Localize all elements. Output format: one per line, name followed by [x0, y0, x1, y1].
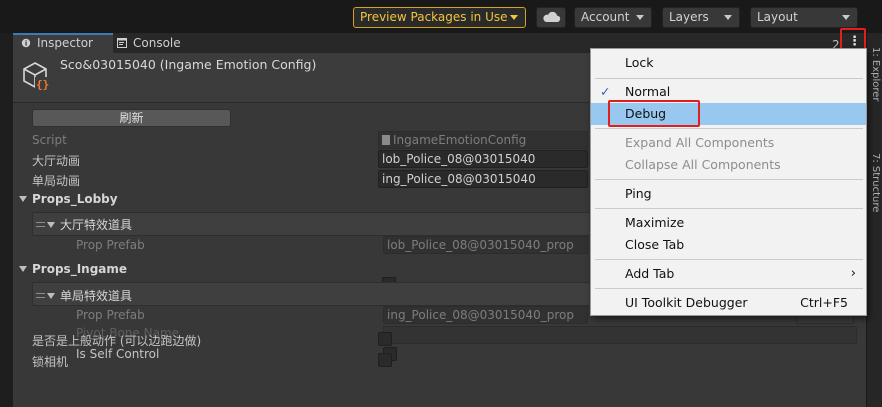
props-lobby-foldout[interactable]: Props_Lobby — [19, 192, 118, 206]
menu-item-expand-all: Expand All Components — [591, 132, 866, 154]
menu-separator — [595, 259, 863, 260]
cloud-icon — [543, 11, 561, 22]
tab-console[interactable]: Console — [115, 33, 205, 53]
foldout-arrow-icon — [19, 266, 27, 272]
foldout-arrow-icon — [47, 222, 55, 228]
menu-item-label: Close Tab — [625, 237, 685, 252]
ingame-prop-prefab-field: ing_Police_08@03015040_prop — [383, 306, 588, 324]
lock-camera-checkbox[interactable] — [378, 353, 392, 367]
cloud-button[interactable] — [536, 7, 566, 28]
script-field: IngameEmotionConfig — [378, 131, 588, 149]
layers-label: Layers — [669, 10, 709, 24]
layout-dropdown[interactable]: Layout — [750, 7, 858, 28]
lobby-anim-field[interactable]: lob_Police_08@03015040 — [378, 150, 588, 168]
menu-separator — [595, 128, 863, 129]
debug-highlight-box — [608, 100, 700, 127]
ingame-anim-label: 单局动画 — [32, 174, 81, 188]
chevron-right-icon: › — [850, 266, 856, 281]
drag-handle-icon — [36, 222, 45, 227]
script-file-icon — [382, 135, 390, 145]
tab-inspector-label: Inspector — [37, 36, 93, 50]
lobby-prop-prefab-label: Prop Prefab — [76, 238, 145, 252]
scriptable-object-icon: {} — [23, 62, 50, 91]
account-dropdown[interactable]: Account — [574, 7, 652, 28]
object-title: Sco&03015040 (Ingame Emotion Config) — [60, 57, 317, 72]
lobby-item-foldout[interactable]: 大厅特效道具 — [36, 216, 132, 233]
ingame-item-label: 单局特效道具 — [60, 289, 133, 303]
lobby-prop-prefab-field: lob_Police_08@03015040_prop — [383, 236, 588, 254]
tab-console-label: Console — [133, 36, 181, 50]
foldout-arrow-icon — [19, 196, 27, 202]
menu-item-add-tab[interactable]: Add Tab › — [591, 263, 866, 285]
script-label: Script — [32, 133, 67, 147]
script-value: IngameEmotionConfig — [393, 133, 527, 147]
menu-separator — [595, 179, 863, 180]
account-label: Account — [581, 10, 630, 24]
props-ingame-foldout[interactable]: Props_Ingame — [19, 262, 127, 276]
drag-handle-icon — [36, 293, 45, 298]
self-control-label: Is Self Control — [76, 347, 160, 361]
menu-item-lock[interactable]: Lock — [591, 52, 866, 74]
menu-item-ui-toolkit-debugger[interactable]: UI Toolkit Debugger Ctrl+F5 — [591, 292, 866, 314]
menu-item-label: Add Tab — [625, 266, 675, 281]
layers-dropdown[interactable]: Layers — [662, 7, 740, 28]
ingame-anim-field[interactable]: ing_Police_08@03015040 — [378, 170, 588, 188]
menu-item-label: Expand All Components — [625, 135, 775, 150]
info-icon — [21, 38, 31, 48]
props-ingame-label: Props_Ingame — [32, 262, 128, 276]
lobby-anim-label: 大厅动画 — [32, 154, 81, 168]
main-toolbar: Preview Packages in Use Account Layers L… — [0, 0, 882, 33]
chevron-down-icon — [724, 15, 732, 20]
props-lobby-label: Props_Lobby — [32, 192, 118, 206]
menu-separator — [595, 288, 863, 289]
menu-item-label: Normal — [625, 84, 671, 99]
layout-label: Layout — [757, 10, 798, 24]
svg-text:{}: {} — [36, 78, 49, 91]
menu-item-close-tab[interactable]: Close Tab — [591, 234, 866, 256]
menu-item-shortcut: Ctrl+F5 — [800, 295, 848, 310]
chevron-down-icon — [842, 15, 850, 20]
menu-item-label: Lock — [625, 55, 654, 70]
menu-item-maximize[interactable]: Maximize — [591, 212, 866, 234]
preview-packages-button[interactable]: Preview Packages in Use — [353, 7, 526, 28]
pivot-bone-ghost-field — [383, 326, 857, 344]
chevron-down-icon — [510, 15, 518, 20]
foldout-arrow-icon — [47, 293, 55, 299]
context-menu: Lock ✓ Normal Debug Expand All Component… — [590, 48, 867, 316]
lobby-item-label: 大厅特效道具 — [60, 218, 133, 232]
menu-item-label: UI Toolkit Debugger — [625, 295, 748, 310]
menu-item-label: Collapse All Components — [625, 157, 781, 172]
upper-body-checkbox[interactable] — [378, 332, 392, 346]
menu-item-ping[interactable]: Ping — [591, 183, 866, 205]
structure-side-tab[interactable]: 7: Structure — [870, 153, 881, 212]
menu-item-collapse-all: Collapse All Components — [591, 154, 866, 176]
menu-item-label: Ping — [625, 186, 652, 201]
menu-separator — [595, 208, 863, 209]
ingame-prop-prefab-label: Prop Prefab — [76, 308, 145, 322]
side-tool-strip: 1: Explorer 7: Structure — [866, 33, 882, 407]
lock-camera-label: 锁相机 — [32, 355, 69, 369]
chevron-down-icon — [636, 15, 644, 20]
menu-separator — [595, 78, 863, 79]
tab-inspector[interactable]: Inspector — [13, 33, 113, 53]
preview-packages-label: Preview Packages in Use — [360, 10, 508, 24]
refresh-button[interactable]: 刷新 — [32, 109, 231, 127]
ingame-item-foldout[interactable]: 单局特效道具 — [36, 287, 132, 304]
console-icon — [117, 38, 127, 48]
menu-item-label: Maximize — [625, 215, 685, 230]
explorer-side-tab[interactable]: 1: Explorer — [870, 47, 881, 102]
